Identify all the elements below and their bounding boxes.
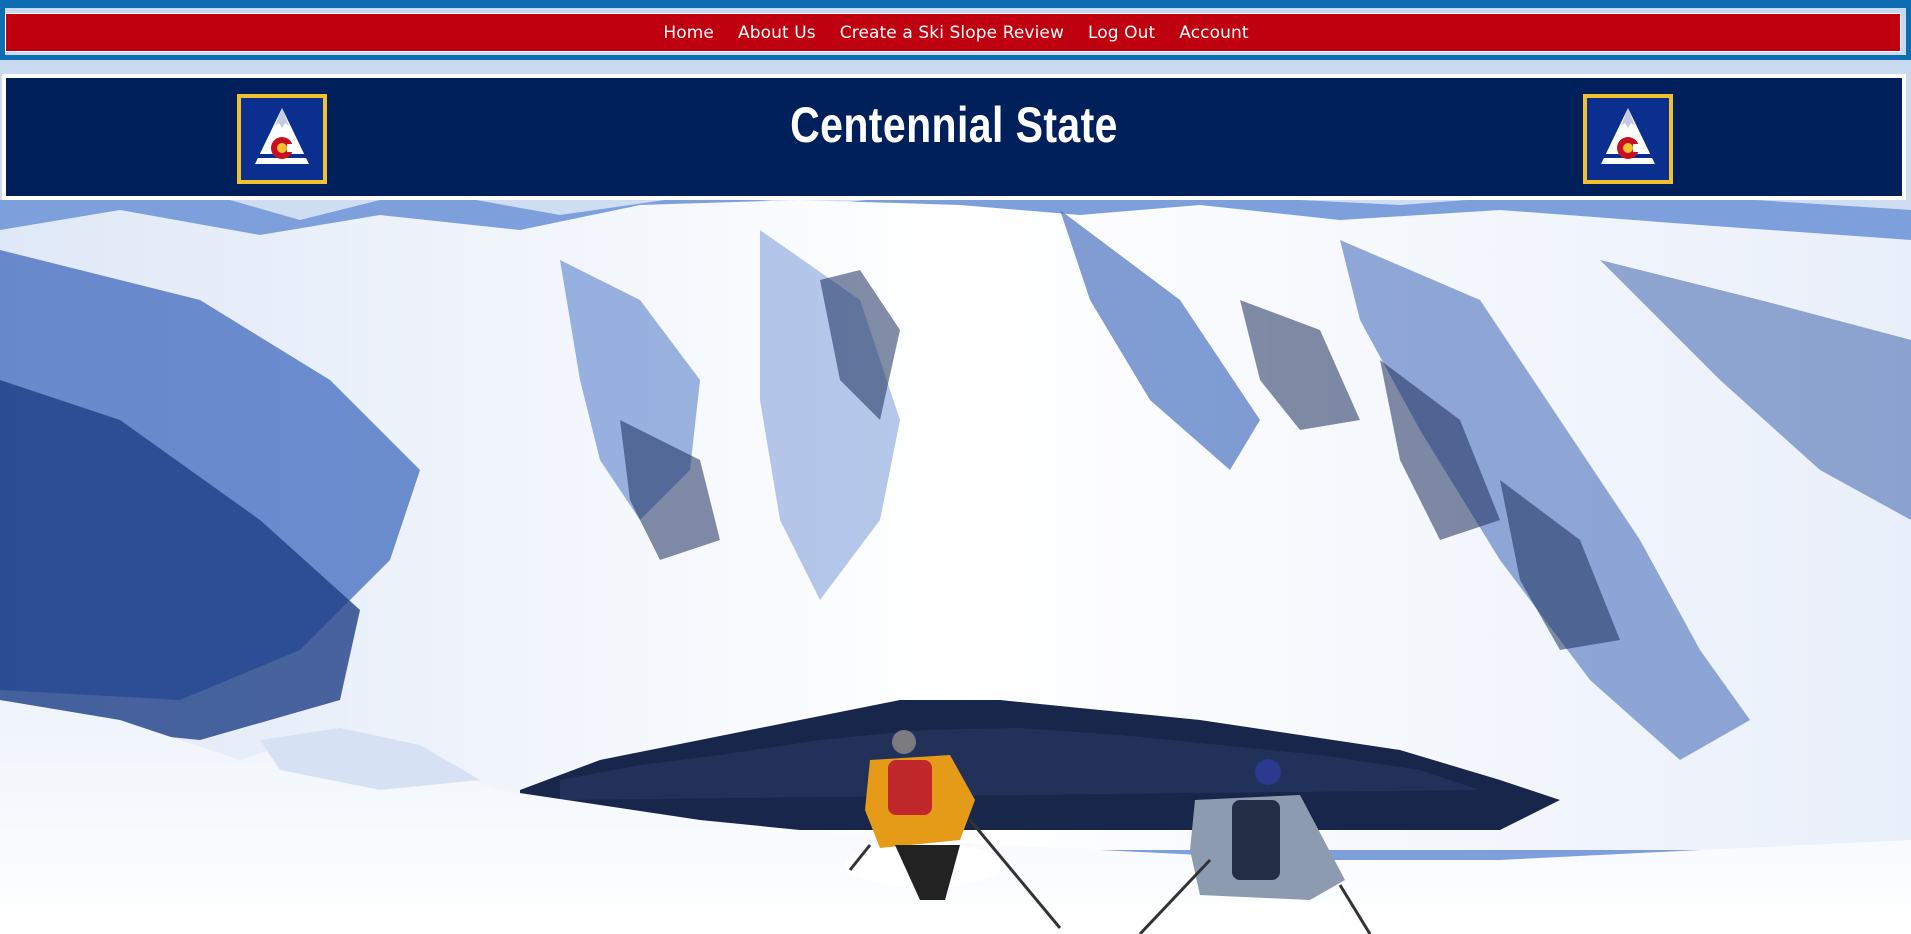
nav-link-create-review[interactable]: Create a Ski Slope Review [840,23,1064,43]
header-banner-inner: Centennial State [6,78,1902,196]
nav-link-account[interactable]: Account [1179,23,1248,43]
main-nav: Home About Us Create a Ski Slope Review … [5,13,1901,52]
nav-frame-stripe [1906,0,1911,60]
mountain-colorado-c-logo-icon [1583,94,1673,184]
page-title: Centennial State [790,97,1118,153]
nav-link-log-out[interactable]: Log Out [1088,23,1155,43]
nav-frame-stripe [0,55,1911,60]
header-banner: Centennial State [2,74,1906,200]
nav-link-home[interactable]: Home [663,23,714,43]
top-nav-frame: Home About Us Create a Ski Slope Review … [0,0,1911,60]
nav-link-about-us[interactable]: About Us [738,23,816,43]
nav-frame-stripe [0,0,1911,8]
